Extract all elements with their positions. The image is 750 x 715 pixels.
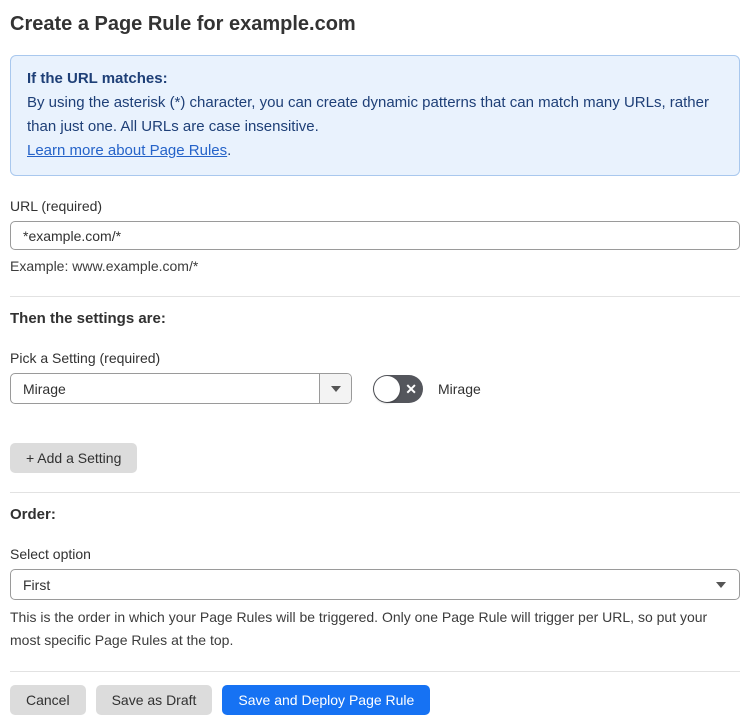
order-helper-text: This is the order in which your Page Rul… <box>10 609 708 648</box>
add-setting-button[interactable]: + Add a Setting <box>10 443 138 473</box>
info-box-heading: If the URL matches: <box>27 70 168 87</box>
url-match-info-box: If the URL matches: By using the asteris… <box>10 55 740 176</box>
chevron-down-icon <box>330 385 341 392</box>
order-select[interactable]: First <box>10 569 740 600</box>
save-and-deploy-button[interactable]: Save and Deploy Page Rule <box>222 685 431 715</box>
pick-setting-label: Pick a Setting (required) <box>10 350 161 366</box>
order-select-label: Select option <box>10 546 91 562</box>
mirage-toggle[interactable]: ✕ <box>373 374 423 403</box>
toggle-knob <box>374 375 400 402</box>
divider <box>10 296 740 297</box>
link-period: . <box>227 142 232 159</box>
setting-select-arrow-button[interactable] <box>319 374 351 403</box>
divider <box>10 671 740 672</box>
chevron-down-icon <box>716 582 726 588</box>
order-select-value: First <box>23 576 51 593</box>
learn-more-link[interactable]: Learn more about Page Rules <box>27 142 227 159</box>
save-as-draft-button[interactable]: Save as Draft <box>95 685 213 715</box>
setting-row: Mirage ✕ Mirage <box>10 373 740 404</box>
toggle-off-x-icon: ✕ <box>405 380 417 397</box>
info-box-body: By using the asterisk (*) character, you… <box>27 94 709 135</box>
url-input[interactable] <box>10 221 740 250</box>
page-title: Create a Page Rule for example.com <box>10 13 356 35</box>
settings-section-heading: Then the settings are: <box>10 310 166 327</box>
url-example-helper: Example: www.example.com/* <box>10 258 199 274</box>
info-box-link-line: Learn more about Page Rules. <box>27 139 723 163</box>
order-section-heading: Order: <box>10 506 56 523</box>
setting-select[interactable]: Mirage <box>10 373 352 404</box>
footer-actions: Cancel Save as Draft Save and Deploy Pag… <box>10 685 740 715</box>
url-field-label: URL (required) <box>10 198 103 214</box>
divider <box>10 492 740 493</box>
toggle-label: Mirage <box>438 380 481 397</box>
setting-select-value: Mirage <box>23 380 66 397</box>
cancel-button[interactable]: Cancel <box>10 685 86 715</box>
